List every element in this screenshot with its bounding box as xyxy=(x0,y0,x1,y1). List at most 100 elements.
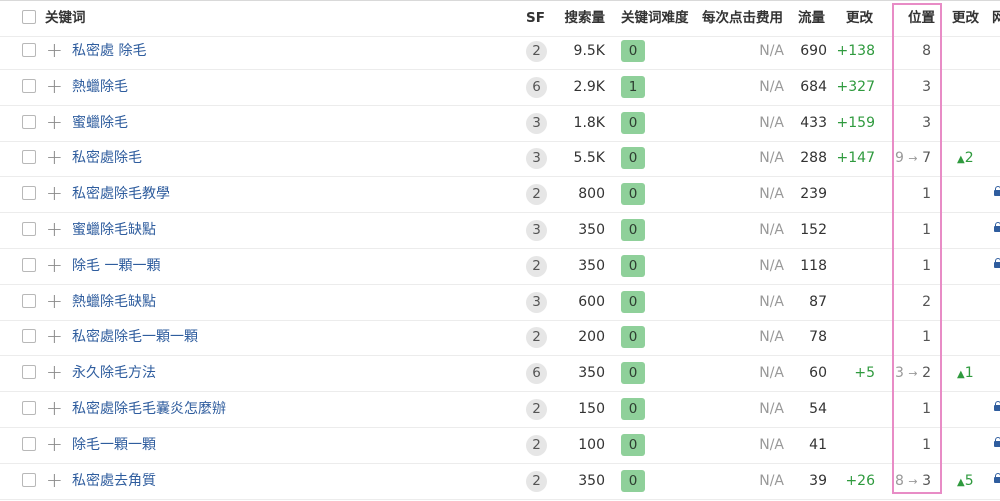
lock-icon[interactable] xyxy=(994,472,1000,483)
add-keyword-icon[interactable]: + xyxy=(46,463,63,499)
sf-count-badge[interactable]: 2 xyxy=(526,255,547,277)
traffic-change-cell xyxy=(835,212,875,248)
kd-cell: 0 xyxy=(621,391,645,427)
add-keyword-icon[interactable]: + xyxy=(46,33,63,69)
keyword-link[interactable]: 熱蠟除毛缺點 xyxy=(72,284,156,320)
add-keyword-icon[interactable]: + xyxy=(46,355,63,391)
add-keyword-icon[interactable]: + xyxy=(46,140,63,176)
kd-badge: 0 xyxy=(621,326,645,349)
volume-cell: 5.5K xyxy=(573,150,605,167)
keyword-link[interactable]: 私密處除毛教學 xyxy=(72,176,170,212)
sf-count-badge[interactable]: 6 xyxy=(526,76,547,98)
keyword-link[interactable]: 蜜蠟除毛 xyxy=(72,105,128,141)
row-checkbox[interactable] xyxy=(22,43,36,57)
sf-count-badge[interactable]: 2 xyxy=(526,470,547,492)
sf-count-badge[interactable]: 6 xyxy=(526,363,547,385)
keyword-link[interactable]: 私密處 除毛 xyxy=(72,33,146,69)
keyword-link[interactable]: 除毛一顆一顆 xyxy=(72,427,156,463)
col-header-kd[interactable]: 关键词难度 xyxy=(621,0,689,36)
row-checkbox[interactable] xyxy=(22,293,36,308)
volume-cell: 2.9K xyxy=(573,78,605,95)
cpc-cell: N/A xyxy=(759,150,784,167)
sf-count-badge[interactable]: 3 xyxy=(526,112,547,134)
position-change-value: 2 xyxy=(964,150,974,167)
lock-icon[interactable] xyxy=(994,436,1000,447)
traffic-cell: 60 xyxy=(809,365,827,382)
add-keyword-icon[interactable]: + xyxy=(46,391,63,427)
keyword-link[interactable]: 除毛 一顆一顆 xyxy=(72,248,160,284)
row-checkbox[interactable] xyxy=(22,436,36,451)
kd-cell: 0 xyxy=(621,463,645,499)
add-keyword-icon[interactable]: + xyxy=(46,176,63,212)
add-keyword-icon[interactable]: + xyxy=(46,427,63,463)
add-keyword-icon[interactable]: + xyxy=(46,69,63,105)
volume-cell: 600 xyxy=(578,293,605,310)
arrow-right-icon: → xyxy=(908,474,918,488)
col-header-cpc[interactable]: 每次点击费用 xyxy=(702,0,786,36)
add-keyword-icon[interactable]: + xyxy=(46,284,63,320)
lock-icon[interactable] xyxy=(994,222,1000,232)
lock-icon[interactable] xyxy=(994,257,1000,268)
kd-cell: 0 xyxy=(621,105,645,141)
position-change-cell xyxy=(957,176,997,212)
keyword-link[interactable]: 熱蠟除毛 xyxy=(72,69,128,105)
row-checkbox[interactable] xyxy=(22,186,36,201)
keyword-link[interactable]: 私密處去角質 xyxy=(72,463,156,499)
sf-count-badge[interactable]: 3 xyxy=(526,220,547,241)
position-cell: 1 xyxy=(893,248,931,284)
kd-badge: 0 xyxy=(621,183,645,206)
add-keyword-icon[interactable]: + xyxy=(46,319,63,355)
col-header-traffic-change[interactable]: 更改 xyxy=(846,0,886,36)
lock-icon[interactable] xyxy=(994,401,1000,411)
sf-count-badge[interactable]: 2 xyxy=(526,399,547,420)
current-position: 2 xyxy=(922,365,931,382)
sf-count-badge[interactable]: 2 xyxy=(526,327,547,349)
sf-count-badge[interactable]: 2 xyxy=(526,184,547,206)
sf-cell: 3 xyxy=(526,105,547,141)
col-header-volume[interactable]: 搜索量 xyxy=(555,0,606,36)
volume-cell: 350 xyxy=(578,257,605,274)
sf-cell: 6 xyxy=(526,355,547,391)
col-header-sf[interactable]: SF xyxy=(526,0,545,36)
col-header-traffic[interactable]: 流量 xyxy=(798,0,830,36)
row-checkbox[interactable] xyxy=(22,329,36,344)
position-change-cell xyxy=(957,284,997,320)
row-checkbox[interactable] xyxy=(22,114,36,129)
col-header-keyword[interactable]: 关键词 xyxy=(45,0,86,36)
lock-icon[interactable] xyxy=(994,186,1000,197)
keyword-link[interactable]: 私密處除毛 xyxy=(72,140,142,176)
kd-cell: 0 xyxy=(621,427,645,463)
select-all-checkbox[interactable] xyxy=(22,10,36,24)
position-change-cell xyxy=(957,427,997,463)
row-checkbox[interactable] xyxy=(22,150,36,165)
traffic-cell: 690 xyxy=(800,43,827,59)
row-checkbox[interactable] xyxy=(22,472,36,487)
add-keyword-icon[interactable]: + xyxy=(46,248,63,284)
sf-cell: 2 xyxy=(526,391,547,427)
keyword-link[interactable]: 私密處除毛毛囊炎怎麼辦 xyxy=(72,391,226,427)
col-header-extra[interactable]: 网 xyxy=(992,0,1000,36)
traffic-cell: 684 xyxy=(800,78,827,95)
add-keyword-icon[interactable]: + xyxy=(46,212,63,248)
sf-cell: 3 xyxy=(526,284,547,320)
sf-count-badge[interactable]: 3 xyxy=(526,291,547,313)
position-change-cell xyxy=(957,33,997,69)
row-checkbox[interactable] xyxy=(22,365,36,380)
keyword-link[interactable]: 蜜蠟除毛缺點 xyxy=(72,212,156,248)
add-keyword-icon[interactable]: + xyxy=(46,105,63,141)
volume-cell: 350 xyxy=(578,472,605,489)
kd-badge: 1 xyxy=(621,75,645,98)
sf-count-badge[interactable]: 2 xyxy=(526,41,547,62)
row-checkbox[interactable] xyxy=(22,78,36,93)
row-checkbox[interactable] xyxy=(22,222,36,236)
col-header-position[interactable]: 位置 xyxy=(908,0,946,36)
kd-cell: 0 xyxy=(621,212,645,248)
row-checkbox[interactable] xyxy=(22,401,36,415)
sf-count-badge[interactable]: 2 xyxy=(526,434,547,456)
col-header-position-change[interactable]: 更改 xyxy=(952,0,992,36)
keyword-link[interactable]: 永久除毛方法 xyxy=(72,355,156,391)
keyword-link[interactable]: 私密處除毛一顆一顆 xyxy=(72,319,198,355)
row-checkbox[interactable] xyxy=(22,257,36,272)
sf-count-badge[interactable]: 3 xyxy=(526,148,547,170)
current-position: 1 xyxy=(922,186,931,203)
